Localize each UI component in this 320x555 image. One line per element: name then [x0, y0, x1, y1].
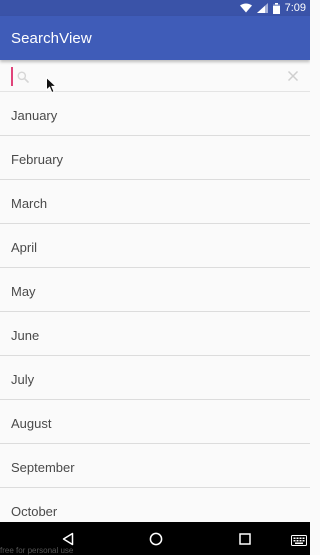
list-item-label: February: [11, 152, 64, 167]
mouse-pointer-icon: [46, 76, 58, 99]
list-item-label: June: [11, 328, 40, 343]
recents-icon[interactable]: [238, 532, 252, 546]
app-bar: SearchView: [0, 16, 310, 60]
list-item[interactable]: September: [0, 444, 310, 488]
list-item-label: October: [11, 504, 58, 519]
wifi-icon: [239, 3, 252, 13]
status-bar: 7:09: [0, 0, 310, 16]
home-icon[interactable]: [149, 532, 163, 546]
month-list: January February March April May June Ju…: [0, 92, 310, 532]
list-item[interactable]: May: [0, 268, 310, 312]
list-item-label: May: [11, 284, 36, 299]
list-item[interactable]: March: [0, 180, 310, 224]
list-item-label: August: [11, 416, 52, 431]
list-item-label: September: [11, 460, 75, 475]
list-item-label: March: [11, 196, 48, 211]
list-item[interactable]: July: [0, 356, 310, 400]
signal-icon: [256, 3, 268, 13]
search-input[interactable]: [32, 65, 272, 86]
watermark: free for personal use: [0, 546, 74, 555]
list-item[interactable]: February: [0, 136, 310, 180]
list-item[interactable]: August: [0, 400, 310, 444]
screen: 7:09 SearchView January February March A…: [0, 0, 310, 555]
list-item[interactable]: June: [0, 312, 310, 356]
search-icon: [17, 70, 29, 88]
app-title: SearchView: [11, 30, 92, 47]
keyboard-icon[interactable]: [291, 533, 307, 547]
list-item-label: January: [11, 108, 58, 123]
battery-icon: [272, 2, 280, 14]
status-icons: 7:09: [239, 1, 306, 15]
back-icon[interactable]: [61, 532, 75, 546]
list-item-label: April: [11, 240, 38, 255]
list-item[interactable]: April: [0, 224, 310, 268]
navigation-bar: free for personal use: [0, 522, 310, 555]
text-cursor: [11, 67, 13, 86]
status-time: 7:09: [284, 2, 306, 14]
list-item-label: July: [11, 372, 35, 387]
close-icon[interactable]: [286, 69, 300, 83]
